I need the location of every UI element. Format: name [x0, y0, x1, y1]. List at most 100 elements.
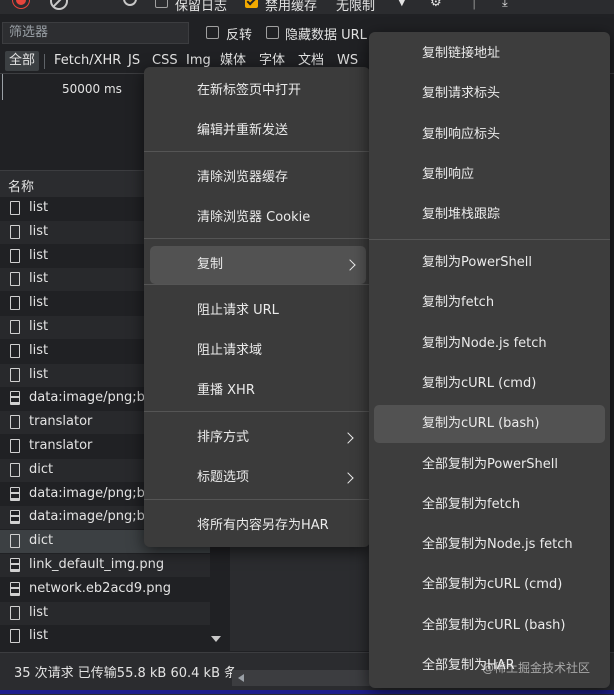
- copy-menu-item[interactable]: 全部复制为PowerShell: [369, 446, 610, 484]
- context-menu-item[interactable]: 清除浏览器缓存: [144, 159, 370, 197]
- document-icon: [10, 248, 20, 263]
- document-icon: [10, 201, 20, 215]
- horizontal-scrollbar[interactable]: [232, 670, 372, 686]
- disable-cache-checkbox[interactable]: [245, 0, 258, 8]
- document-icon: [10, 534, 20, 549]
- request-name: list: [29, 247, 49, 263]
- timeline-label: 50000 ms: [62, 82, 122, 96]
- search-icon[interactable]: [123, 0, 137, 6]
- copy-menu-item[interactable]: 全部复制为cURL (bash): [369, 607, 610, 645]
- copy-menu-item[interactable]: 全部复制为Node.js fetch: [369, 526, 610, 564]
- tab-divider: [44, 54, 45, 69]
- tab-js[interactable]: JS: [128, 51, 140, 71]
- document-icon: [10, 462, 20, 477]
- menu-item-label: 全部复制为cURL (cmd): [422, 577, 563, 593]
- copy-menu-item[interactable]: 复制响应: [369, 156, 610, 194]
- request-name: list: [29, 223, 49, 239]
- copy-menu-item[interactable]: 复制响应标头: [369, 116, 610, 154]
- request-name: network.eb2acd9.png: [29, 580, 171, 596]
- context-menu: 在新标签页中打开编辑并重新发送 清除浏览器缓存清除浏览器 Cookie 复制阻止请求…: [144, 67, 370, 547]
- context-menu-item[interactable]: 排序方式: [144, 419, 370, 457]
- context-menu-item[interactable]: 编辑并重新发送: [144, 112, 370, 150]
- copy-menu-item[interactable]: 复制为PowerShell: [369, 244, 610, 282]
- menu-item-label: 全部复制为PowerShell: [422, 456, 559, 472]
- request-name: translator: [29, 438, 93, 453]
- request-name: list: [29, 271, 49, 287]
- throttling-select[interactable]: 无限制: [336, 0, 375, 14]
- context-menu-item[interactable]: 将所有内容另存为HAR: [144, 507, 370, 545]
- disable-cache-label: 禁用缓存: [265, 0, 318, 14]
- request-row[interactable]: network.eb2acd9.png: [0, 578, 210, 601]
- document-icon: [10, 272, 20, 287]
- hide-data-urls-label: 隐藏数据 URL: [285, 28, 367, 43]
- menu-separator: [144, 284, 370, 285]
- request-summary: 35 次请求 已传输55.8 kB 60.4 kB 条: [14, 666, 238, 681]
- context-menu-item[interactable]: 在新标签页中打开: [144, 72, 370, 110]
- request-name: list: [29, 366, 49, 382]
- copy-menu-item[interactable]: 复制为cURL (bash): [374, 405, 605, 444]
- copy-menu-item[interactable]: 复制堆栈跟踪: [369, 196, 610, 234]
- context-menu-item[interactable]: 标题选项: [144, 459, 370, 497]
- menu-item-label: 复制为cURL (cmd): [422, 375, 537, 391]
- watermark: @稀土掘金技术社区: [482, 661, 591, 675]
- request-name: list: [29, 319, 49, 334]
- request-name: list: [29, 295, 49, 311]
- network-conditions-icon[interactable]: ⚙: [430, 0, 442, 10]
- tab-all[interactable]: 全部: [5, 51, 40, 71]
- preserve-log-checkbox[interactable]: [155, 0, 168, 8]
- invert-checkbox[interactable]: [206, 26, 219, 39]
- record-icon[interactable]: [13, 0, 29, 8]
- copy-menu-item[interactable]: 全部复制为cURL (cmd): [369, 566, 610, 604]
- taskbar-edge: [0, 690, 614, 694]
- copy-menu-item[interactable]: 复制请求标头: [369, 75, 610, 113]
- menu-item-label: 复制: [197, 257, 224, 272]
- download-icon[interactable]: ⤓: [502, 0, 508, 10]
- copy-menu-item[interactable]: 复制为cURL (cmd): [369, 365, 610, 403]
- document-icon: [10, 296, 20, 311]
- document-icon: [10, 343, 20, 358]
- timeline-tick: [2, 74, 3, 100]
- menu-item-label: 排序方式: [197, 430, 250, 445]
- tab-fetch-xhr[interactable]: Fetch/XHR: [54, 51, 121, 71]
- context-menu-item[interactable]: 重播 XHR: [144, 372, 370, 410]
- menu-item-label: 阻止请求 URL: [197, 303, 279, 318]
- copy-menu-item[interactable]: 复制为fetch: [369, 284, 610, 322]
- context-menu-item[interactable]: 阻止请求域: [144, 332, 370, 370]
- chevron-right-icon: [342, 432, 354, 444]
- copy-menu-item[interactable]: 全部复制为fetch: [369, 486, 610, 524]
- clear-icon[interactable]: [50, 0, 68, 10]
- filter-input[interactable]: 筛选器: [2, 22, 189, 44]
- context-menu-item[interactable]: 阻止请求 URL: [144, 292, 370, 330]
- menu-item-label: 将所有内容另存为HAR: [197, 518, 329, 533]
- menu-item-label: 编辑并重新发送: [197, 123, 289, 138]
- column-name-header[interactable]: 名称: [8, 176, 34, 195]
- menu-item-label: 全部复制为Node.js fetch: [422, 537, 573, 553]
- menu-item-label: 清除浏览器缓存: [197, 170, 289, 185]
- timeline-overview[interactable]: 50000 ms: [0, 74, 150, 166]
- menu-item-label: 复制请求标头: [422, 86, 501, 102]
- menu-item-label: 阻止请求域: [197, 343, 263, 358]
- context-menu-item[interactable]: 复制: [150, 246, 366, 284]
- list-header[interactable]: 名称: [0, 170, 150, 198]
- menu-item-label: 复制链接地址: [422, 46, 501, 61]
- menu-item-label: 标题选项: [197, 470, 250, 485]
- document-icon: [10, 320, 20, 334]
- copy-menu-item[interactable]: 复制链接地址: [369, 35, 610, 73]
- request-row[interactable]: link_default_img.png: [0, 554, 210, 577]
- request-row[interactable]: list: [0, 601, 210, 625]
- document-icon: [10, 367, 20, 382]
- network-toolbar: 保留日志 禁用缓存 无限制 ▼ ⚙ | ⤓: [0, 0, 614, 15]
- image-file-icon: [10, 510, 20, 525]
- hide-data-urls-checkbox[interactable]: [266, 26, 279, 39]
- copy-menu-item[interactable]: 复制为Node.js fetch: [369, 325, 610, 363]
- copy-submenu: 复制链接地址 复制请求标头复制响应标头 复制响应 复制堆栈跟踪 复制为PowerShel…: [369, 32, 610, 688]
- request-name: translator: [29, 414, 93, 430]
- context-menu-item[interactable]: 清除浏览器 Cookie: [144, 199, 370, 237]
- request-row[interactable]: list: [0, 625, 210, 648]
- menu-separator: [144, 411, 370, 412]
- scroll-down-icon[interactable]: [211, 636, 221, 642]
- chevron-down-icon[interactable]: ▼: [398, 0, 406, 8]
- document-icon: [10, 415, 20, 430]
- menu-separator: [144, 499, 370, 500]
- toolbar-divider: |: [472, 0, 477, 10]
